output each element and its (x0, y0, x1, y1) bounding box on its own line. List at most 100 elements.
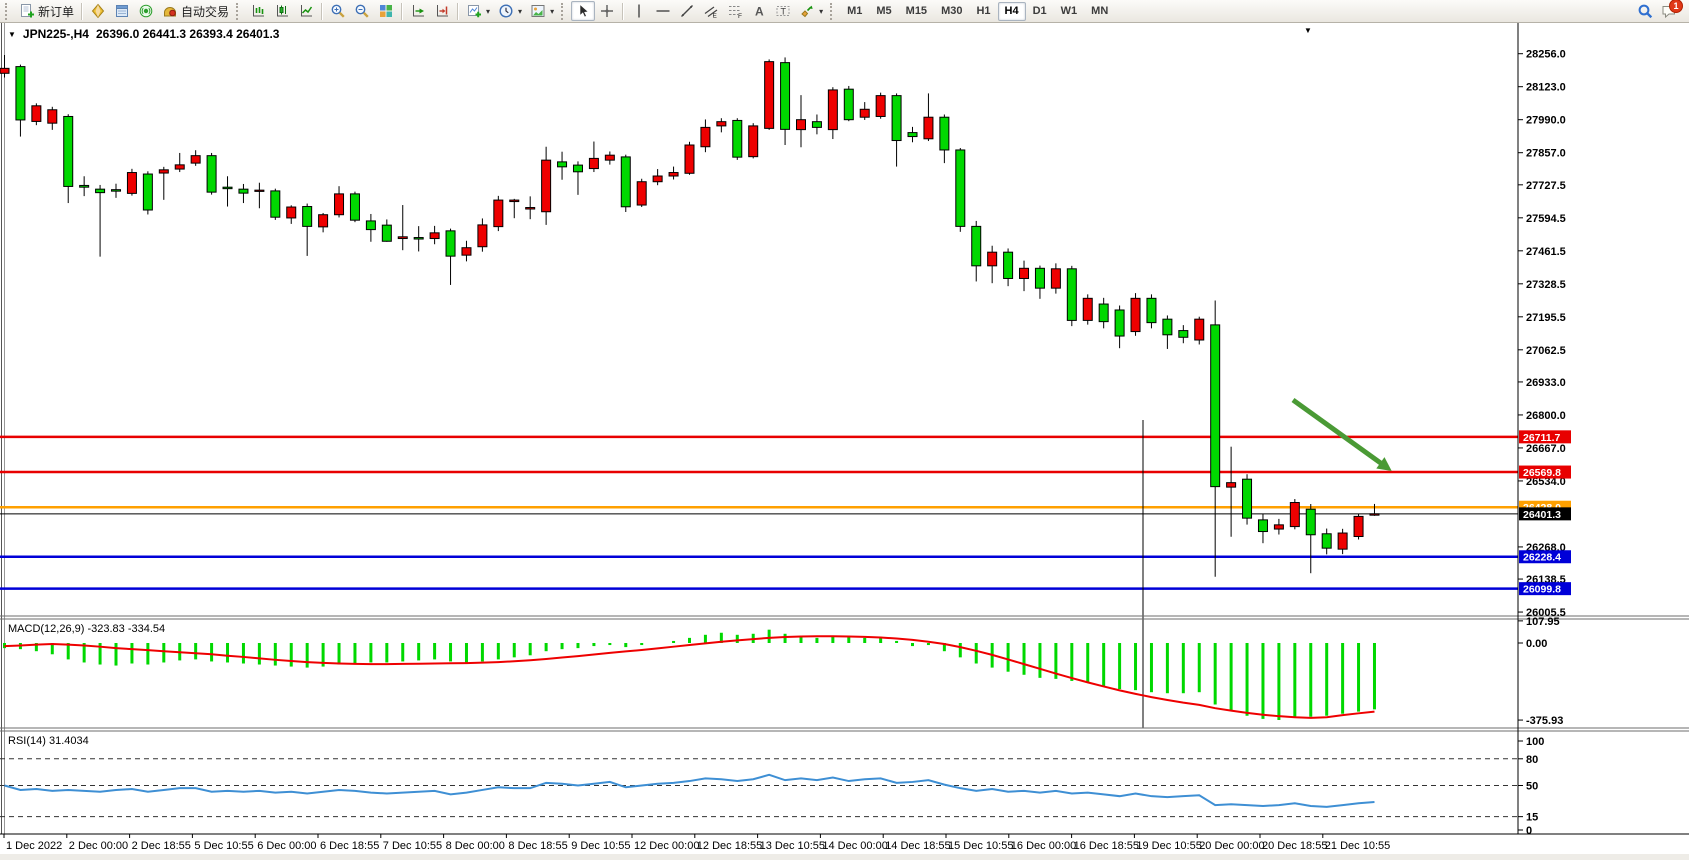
toolbar-separator (81, 3, 83, 20)
crosshair-button[interactable] (595, 1, 619, 21)
timeframe-w1[interactable]: W1 (1054, 2, 1085, 21)
timeframe-h1[interactable]: H1 (969, 2, 997, 21)
new-order-button[interactable]: 新订单 (15, 1, 78, 21)
line-chart-icon (298, 3, 314, 19)
svg-text:27857.0: 27857.0 (1526, 148, 1566, 160)
svg-text:26401.3: 26401.3 (1523, 509, 1561, 521)
toolbar-grip[interactable] (830, 3, 836, 20)
timeframe-m30[interactable]: M30 (934, 2, 969, 21)
add-indicator-icon (466, 3, 482, 19)
shapes-tool-button[interactable]: ▾ (795, 1, 827, 21)
svg-text:14 Dec 00:00: 14 Dec 00:00 (822, 840, 887, 852)
text-label-tool-button[interactable]: T (771, 1, 795, 21)
svg-text:16 Dec 00:00: 16 Dec 00:00 (1011, 840, 1076, 852)
svg-text:26228.4: 26228.4 (1523, 552, 1561, 564)
tile-windows-icon (378, 3, 394, 19)
templates-button[interactable]: ▾ (526, 1, 558, 21)
toolbar: 新订单 自动交易 ▾ ▾ ▾ EFA T ▾ M1M5M15M30H1H4D1W1MN 1 (0, 0, 1689, 23)
shapes-icon (799, 3, 815, 19)
svg-text:12 Dec 00:00: 12 Dec 00:00 (634, 840, 699, 852)
svg-text:8 Dec 18:55: 8 Dec 18:55 (508, 840, 567, 852)
zoom-in-button[interactable] (326, 1, 350, 21)
candle-chart-icon (274, 3, 290, 19)
autotrading-button[interactable]: 自动交易 (158, 1, 233, 21)
timeframe-m5[interactable]: M5 (869, 2, 898, 21)
timeframe-mn[interactable]: MN (1084, 2, 1115, 21)
svg-text:16 Dec 18:55: 16 Dec 18:55 (1074, 840, 1139, 852)
auto-scroll-button[interactable] (406, 1, 430, 21)
svg-text:100: 100 (1526, 736, 1544, 748)
candle-chart-mode-button[interactable] (270, 1, 294, 21)
timeframe-m15[interactable]: M15 (899, 2, 934, 21)
zoom-out-icon (354, 3, 370, 19)
sound-alert-button[interactable] (134, 1, 158, 21)
cursor-button[interactable] (571, 1, 595, 21)
line-chart-mode-button[interactable] (294, 1, 318, 21)
svg-text:6 Dec 18:55: 6 Dec 18:55 (320, 840, 379, 852)
svg-text:80: 80 (1526, 754, 1538, 766)
indicators-button[interactable]: ▾ (462, 1, 494, 21)
toolbar-separator (401, 3, 403, 20)
toolbar-grip[interactable] (561, 3, 567, 20)
svg-text:27328.5: 27328.5 (1526, 279, 1566, 291)
chevron-down-icon: ▾ (518, 7, 522, 16)
chart-shift-button[interactable] (430, 1, 454, 21)
timeframe-h4[interactable]: H4 (998, 2, 1026, 21)
market-watch-button[interactable] (86, 1, 110, 21)
vertical-line-tool-button[interactable] (627, 1, 651, 21)
toolbar-grip[interactable] (5, 3, 11, 20)
tile-windows-button[interactable] (374, 1, 398, 21)
svg-text:2 Dec 00:00: 2 Dec 00:00 (69, 840, 128, 852)
svg-text:13 Dec 10:55: 13 Dec 10:55 (760, 840, 825, 852)
svg-text:50: 50 (1526, 781, 1538, 793)
equidistant-channel-tool-button[interactable]: E (699, 1, 723, 21)
svg-text:19 Dec 10:55: 19 Dec 10:55 (1136, 840, 1201, 852)
fibonacci-tool-button[interactable]: F (723, 1, 747, 21)
svg-text:27195.5: 27195.5 (1526, 312, 1566, 324)
data-window-button[interactable] (110, 1, 134, 21)
timeframe-d1[interactable]: D1 (1026, 2, 1054, 21)
horizontal-line-tool-button[interactable] (651, 1, 675, 21)
trendline-tool-button[interactable] (675, 1, 699, 21)
svg-text:12 Dec 18:55: 12 Dec 18:55 (697, 840, 762, 852)
periods-button[interactable]: ▾ (494, 1, 526, 21)
zoom-in-icon (330, 3, 346, 19)
price-chart[interactable]: 28256.028123.027990.027857.027727.527594… (0, 23, 1689, 860)
data-window-icon (114, 3, 130, 19)
new-order-label: 新订单 (38, 3, 74, 20)
toolbar-separator (622, 3, 624, 20)
chat-button[interactable]: 1 (1657, 1, 1689, 21)
trendline-icon (679, 3, 695, 19)
zoom-out-button[interactable] (350, 1, 374, 21)
svg-text:21 Dec 10:55: 21 Dec 10:55 (1325, 840, 1390, 852)
chevron-down-icon: ▾ (486, 7, 490, 16)
auto-scroll-icon (410, 3, 426, 19)
svg-text:9 Dec 10:55: 9 Dec 10:55 (571, 840, 630, 852)
svg-text:27461.5: 27461.5 (1526, 246, 1566, 258)
svg-text:14 Dec 18:55: 14 Dec 18:55 (885, 840, 950, 852)
crosshair-icon (599, 3, 615, 19)
svg-text:27062.5: 27062.5 (1526, 345, 1566, 357)
timeframe-m1[interactable]: M1 (840, 2, 869, 21)
search-icon (1637, 3, 1653, 19)
svg-text:27727.5: 27727.5 (1526, 180, 1566, 192)
notification-badge: 1 (1669, 0, 1683, 13)
svg-text:0: 0 (1526, 825, 1532, 837)
svg-text:15: 15 (1526, 812, 1538, 824)
svg-text:15 Dec 10:55: 15 Dec 10:55 (948, 840, 1013, 852)
svg-text:20 Dec 00:00: 20 Dec 00:00 (1199, 840, 1264, 852)
toolbar-grip[interactable] (236, 3, 242, 20)
autotrade-icon (162, 3, 178, 19)
svg-text:5 Dec 10:55: 5 Dec 10:55 (194, 840, 253, 852)
market-watch-icon (90, 3, 106, 19)
svg-text:107.95: 107.95 (1526, 616, 1560, 628)
svg-text:6 Dec 00:00: 6 Dec 00:00 (257, 840, 316, 852)
svg-text:A: A (755, 5, 764, 19)
svg-text:27594.5: 27594.5 (1526, 213, 1566, 225)
text-tool-button[interactable]: A (747, 1, 771, 21)
svg-text:T: T (781, 7, 787, 17)
search-button[interactable] (1633, 1, 1657, 21)
fibonacci-icon: F (727, 3, 743, 19)
bar-chart-mode-button[interactable] (246, 1, 270, 21)
toolbar-separator (321, 3, 323, 20)
